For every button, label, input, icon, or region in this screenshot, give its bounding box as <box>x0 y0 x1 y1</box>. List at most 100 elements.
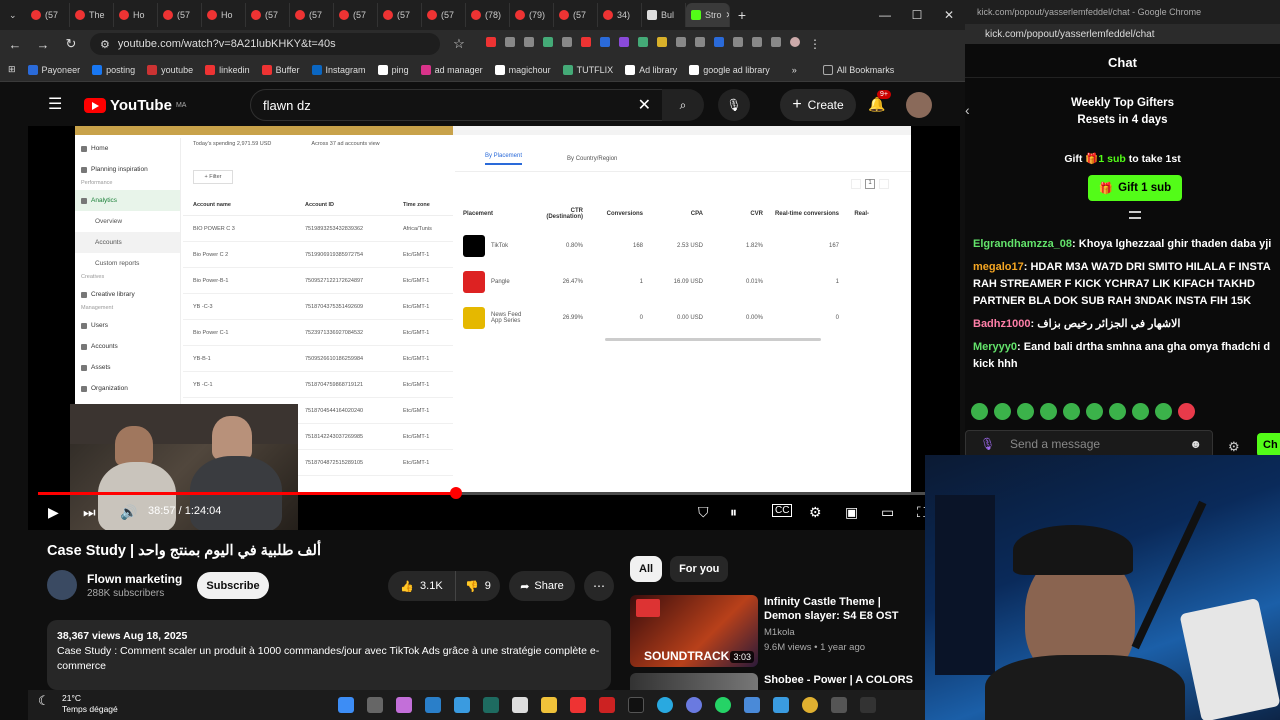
placement-row[interactable]: News Feed App Series 26.99% 0 0.00 USD 0.00%… <box>463 300 839 336</box>
minimize-button[interactable]: — <box>869 8 901 22</box>
microphone-icon[interactable]: 🎙 <box>980 437 995 451</box>
browser-tab[interactable]: (79) <box>510 3 554 27</box>
next-page-button[interactable] <box>879 179 889 189</box>
ads-nav-item[interactable]: Home <box>75 138 180 159</box>
browser-tab[interactable]: Bul <box>642 3 686 27</box>
table-row[interactable]: YB -C-1 7518704759868719121 Etc/GMT-1 <box>183 372 453 398</box>
filter-chip[interactable]: For you <box>670 556 729 582</box>
channel-avatar[interactable] <box>47 570 77 600</box>
browser-tab[interactable]: (57 <box>378 3 422 27</box>
browser-tab[interactable]: (57 <box>334 3 378 27</box>
filter-button[interactable]: + Filter <box>193 170 233 184</box>
emote-icon[interactable] <box>1040 403 1057 420</box>
send-message-input[interactable]: 🎙 Send a message ☻ <box>965 430 1213 458</box>
channel-name[interactable]: Flown marketing <box>87 572 182 586</box>
recommended-title[interactable]: Infinity Castle Theme | Demon slayer: S4… <box>764 595 914 623</box>
maximize-button[interactable]: ☐ <box>901 8 933 22</box>
copilot-icon[interactable] <box>396 697 412 713</box>
emote-icon[interactable] <box>1017 403 1034 420</box>
placement-row[interactable]: Pangle 26.47% 1 16.09 USD 0.01% 1 <box>463 264 839 300</box>
emote-icon[interactable] <box>1063 403 1080 420</box>
ads-nav-item[interactable]: Analytics <box>75 190 180 211</box>
video-thumbnail[interactable]: SOUNDTRACK 3:03 <box>630 595 758 667</box>
notifications-button[interactable]: 🔔 9+ <box>868 90 891 113</box>
gift-sub-button[interactable]: 🎁 Gift 1 sub <box>1088 175 1182 201</box>
voice-search-button[interactable]: 🎙 <box>718 89 750 121</box>
recommended-video[interactable]: Shobee - Power | A COLORS <box>630 673 960 690</box>
account-avatar[interactable] <box>906 92 932 118</box>
table-row[interactable]: YB-B-1 7509526610186259984 Etc/GMT-1 <box>183 346 453 372</box>
puzzle-icon[interactable] <box>733 37 743 47</box>
extension-icon[interactable] <box>524 37 534 47</box>
extension-icon[interactable] <box>505 37 515 47</box>
app-icon[interactable] <box>512 697 528 713</box>
captions-button[interactable]: CC <box>772 504 793 517</box>
chat-username[interactable]: Badhz1000 <box>973 318 1030 330</box>
recommended-video[interactable]: SOUNDTRACK 3:03 Infinity Castle Theme | … <box>630 595 960 669</box>
windows-start-icon[interactable] <box>338 697 354 713</box>
browser-tab[interactable]: (57 <box>26 3 70 27</box>
app-icon[interactable] <box>831 697 847 713</box>
extension-icon[interactable] <box>486 37 496 47</box>
browser-tab[interactable]: Ho <box>114 3 158 27</box>
browser-tab[interactable]: (78) <box>466 3 510 27</box>
bookmark-item[interactable]: Buffer <box>261 64 300 75</box>
emoji-icon[interactable]: ☻ <box>1189 437 1202 451</box>
ads-nav-item[interactable]: Accounts <box>75 232 180 253</box>
settings-button[interactable]: ⚙ <box>809 504 822 521</box>
ads-nav-item[interactable]: Assets <box>75 357 180 378</box>
next-button[interactable]: ⏭ <box>83 504 96 521</box>
bookmark-item[interactable]: ping <box>377 64 409 75</box>
bookmark-item[interactable]: magichour <box>494 64 551 75</box>
table-row[interactable]: Bio Power-B-1 7509527122172624897 Etc/GMT-… <box>183 268 453 294</box>
tab-search-button[interactable]: ⌄ <box>4 3 26 27</box>
chrome-icon[interactable] <box>802 697 818 713</box>
app-icon[interactable] <box>454 697 470 713</box>
tiktok-icon[interactable] <box>628 697 644 713</box>
extension-icon[interactable] <box>676 37 686 47</box>
app-icon[interactable] <box>860 697 876 713</box>
browser-tab[interactable]: (57 <box>246 3 290 27</box>
scrubber-handle[interactable] <box>450 487 463 499</box>
ads-nav-item[interactable]: Creative library <box>75 284 180 305</box>
chat-send-button[interactable]: Ch <box>1257 433 1280 457</box>
chat-username[interactable]: megalo17 <box>973 261 1024 273</box>
bookmark-item[interactable]: google ad library <box>689 64 770 75</box>
youtube-logo[interactable]: YouTube MA <box>84 97 186 114</box>
emote-icon[interactable] <box>1132 403 1149 420</box>
browser-tab[interactable]: (57 <box>290 3 334 27</box>
miniplayer-button[interactable]: ▣ <box>845 504 858 521</box>
filter-chip[interactable]: All <box>630 556 663 582</box>
emote-icon[interactable] <box>1086 403 1103 420</box>
app-icon[interactable] <box>686 697 702 713</box>
play-button[interactable]: ▶ <box>48 504 59 521</box>
weather-widget[interactable]: ☾ 21°C Temps dégagé <box>38 693 118 715</box>
ads-nav-item[interactable]: Users <box>75 315 180 336</box>
whatsapp-icon[interactable] <box>715 697 731 713</box>
share-button[interactable]: ➦ Share <box>509 571 575 601</box>
extension-icon[interactable] <box>581 37 591 47</box>
extension-icon[interactable] <box>562 37 572 47</box>
bookmark-item[interactable]: TUTFLIX <box>562 64 613 75</box>
browser-tab[interactable]: (57 <box>422 3 466 27</box>
video-thumbnail[interactable] <box>630 673 758 690</box>
bookmark-item[interactable]: Payoneer <box>27 64 80 75</box>
extension-icon[interactable] <box>752 37 762 47</box>
table-row[interactable]: Bio Power C-1 7523971336927084532 Etc/GMT-… <box>183 320 453 346</box>
browser-tab[interactable]: Stro✕ <box>686 3 730 27</box>
app-icon[interactable] <box>483 697 499 713</box>
bookmark-item[interactable]: Instagram <box>311 64 366 75</box>
extension-icon[interactable] <box>638 37 648 47</box>
create-button[interactable]: + Create <box>780 89 856 121</box>
all-bookmarks-button[interactable]: All Bookmarks <box>822 64 894 75</box>
description-box[interactable]: 38,367 views Aug 18, 2025 Case Study : C… <box>47 620 611 690</box>
clear-search-icon[interactable]: ✕ <box>638 95 651 115</box>
close-window-button[interactable]: ✕ <box>933 8 965 22</box>
file-explorer-icon[interactable] <box>541 697 557 713</box>
app-icon[interactable] <box>773 697 789 713</box>
kebab-menu-icon[interactable]: ⋮ <box>809 37 821 51</box>
hamburger-menu-icon[interactable]: ☰ <box>48 94 62 114</box>
prev-page-button[interactable] <box>851 179 861 189</box>
bookmark-star-icon[interactable]: ☆ <box>450 36 468 52</box>
pinned-toggle-icon[interactable] <box>1129 211 1141 219</box>
